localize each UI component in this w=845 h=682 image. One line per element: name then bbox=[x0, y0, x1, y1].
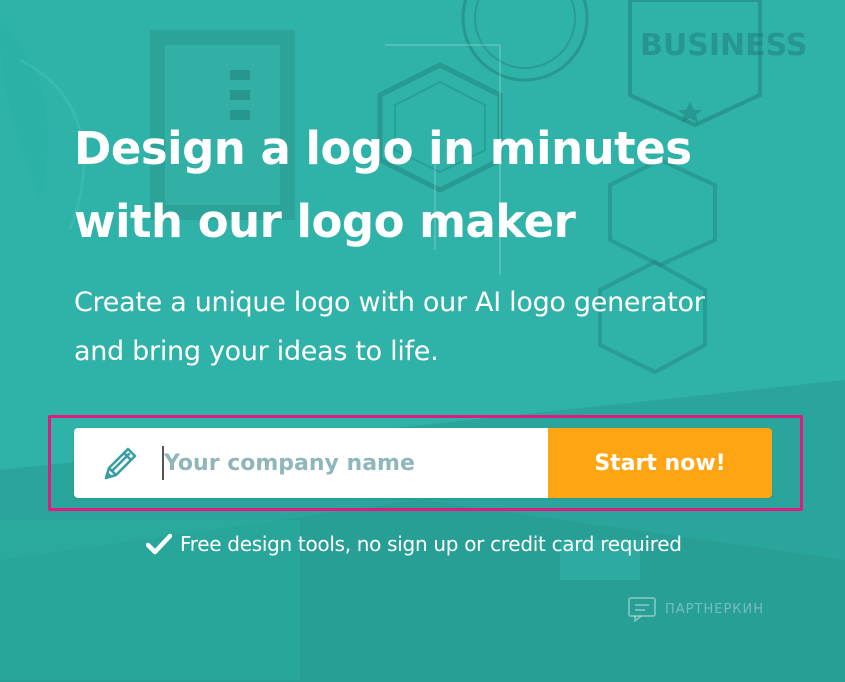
free-tools-note: Free design tools, no sign up or credit … bbox=[146, 528, 682, 560]
company-name-field[interactable] bbox=[74, 428, 548, 498]
free-tools-note-text: Free design tools, no sign up or credit … bbox=[180, 532, 682, 556]
svg-text:BUSINESS: BUSINESS bbox=[640, 28, 807, 63]
hero-section: BUSINESS Design a logo in minutes with o… bbox=[0, 0, 845, 682]
page-title-line-2: with our logo maker bbox=[74, 195, 576, 248]
checkmark-icon bbox=[146, 533, 172, 555]
page-subtitle-line-1: Create a unique logo with our AI logo ge… bbox=[74, 287, 705, 318]
watermark-logo-icon bbox=[628, 597, 656, 622]
company-name-form: Start now! bbox=[74, 428, 772, 498]
page-title: Design a logo in minutes with our logo m… bbox=[74, 112, 774, 258]
start-now-button[interactable]: Start now! bbox=[548, 428, 772, 498]
watermark-text: ПАРТНЕРКИН bbox=[665, 601, 765, 617]
page-subtitle-line-2: and bring your ideas to life. bbox=[74, 336, 439, 367]
page-subtitle: Create a unique logo with our AI logo ge… bbox=[74, 278, 804, 376]
watermark: ПАРТНЕРКИН bbox=[627, 596, 764, 622]
company-name-input[interactable] bbox=[164, 428, 534, 498]
pencil-icon bbox=[104, 447, 137, 480]
page-title-line-1: Design a logo in minutes bbox=[74, 122, 692, 175]
